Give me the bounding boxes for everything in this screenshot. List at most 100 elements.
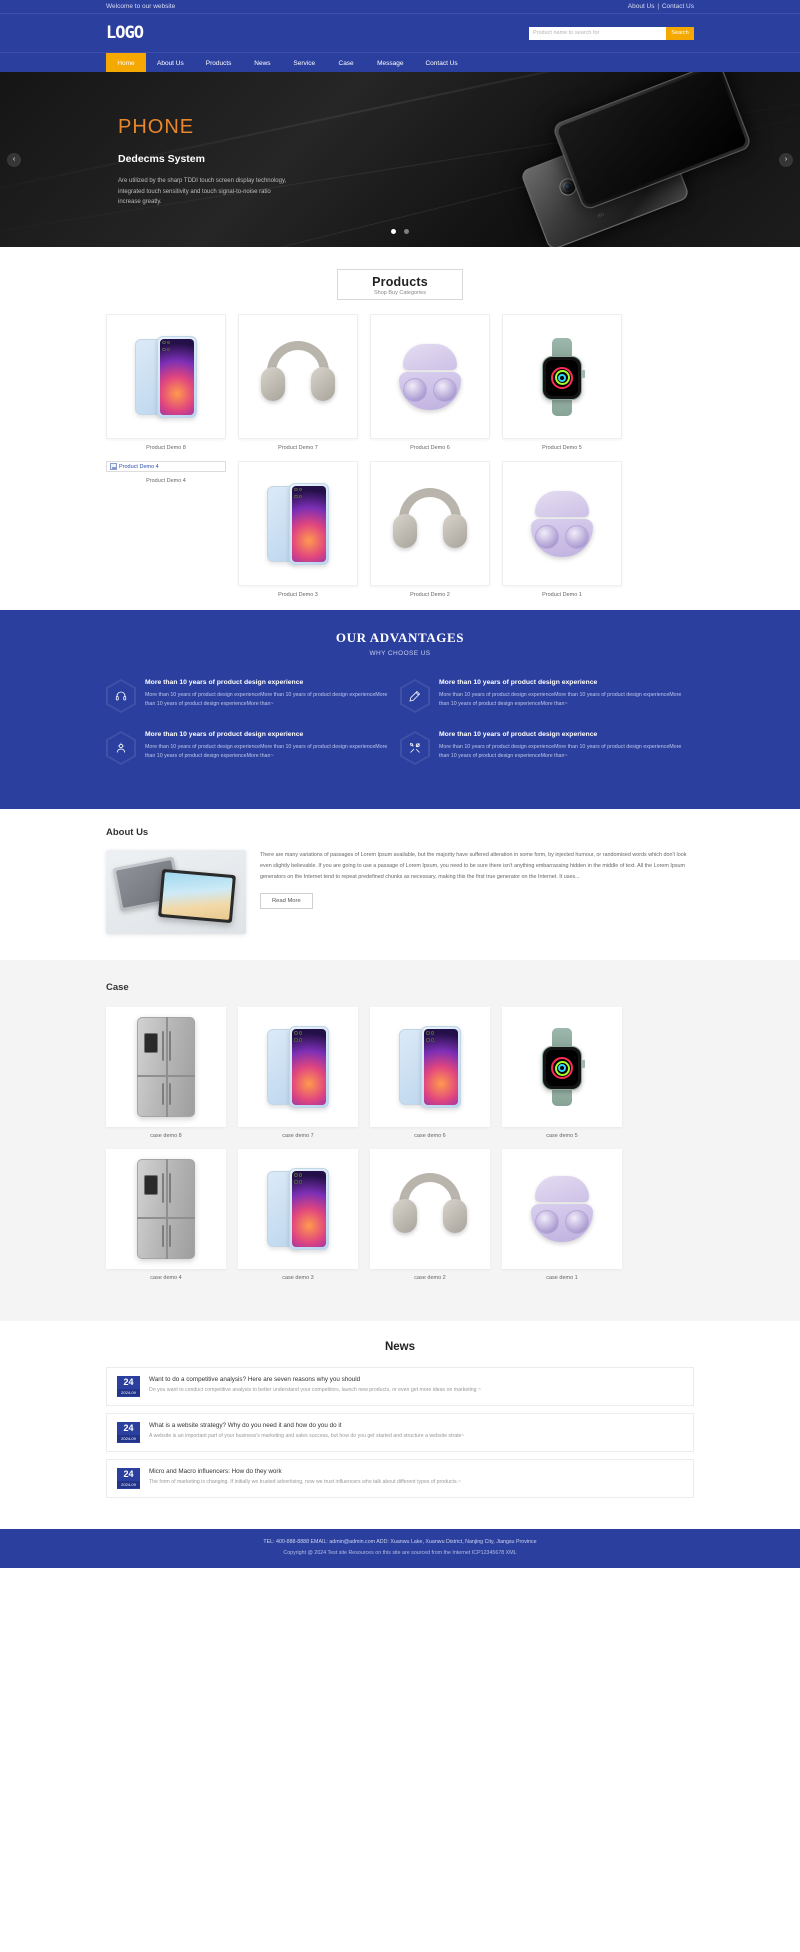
products-section: Products Shop Buy Categories Product Dem… xyxy=(0,247,800,610)
top-bar: Welcome to our website About Us | Contac… xyxy=(0,0,800,14)
case-cell[interactable]: case demo 2 xyxy=(370,1149,490,1281)
earbuds-art xyxy=(531,1176,593,1242)
case-cell[interactable]: case demo 7 xyxy=(238,1007,358,1139)
case-cell[interactable]: case demo 3 xyxy=(238,1149,358,1281)
news-date-badge: 24 2024-09 xyxy=(117,1376,140,1397)
news-headline[interactable]: What is a website strategy? Why do you n… xyxy=(149,1422,464,1429)
phone-art xyxy=(267,482,329,565)
about-section: About Us There are many variations of pa… xyxy=(0,809,800,960)
nav-item-news[interactable]: News xyxy=(242,53,282,73)
advantage-icon-frame xyxy=(106,679,136,713)
advantages-section: OUR ADVANTAGES WHY CHOOSE US More than 1… xyxy=(0,610,800,809)
top-link-contact-us[interactable]: Contact Us xyxy=(662,3,694,10)
product-cell[interactable]: Product Demo 4 Product Demo 4 xyxy=(106,461,226,598)
top-link-about-us[interactable]: About Us xyxy=(628,3,655,10)
phone-art xyxy=(267,1026,329,1108)
advantage-body: More than 10 years of product design exp… xyxy=(439,744,682,759)
broken-image-placeholder[interactable]: Product Demo 4 xyxy=(106,461,226,472)
case-image[interactable] xyxy=(106,1007,226,1127)
news-headline[interactable]: Want to do a competitive analysis? Here … xyxy=(149,1376,481,1383)
headphones-art xyxy=(393,1173,467,1245)
product-cell[interactable]: Product Demo 5 xyxy=(502,314,622,451)
smartwatch-art xyxy=(540,337,585,416)
product-cell[interactable]: Product Demo 6 xyxy=(370,314,490,451)
case-cell[interactable]: case demo 4 xyxy=(106,1149,226,1281)
nav-item-products[interactable]: Products xyxy=(195,53,243,73)
case-image[interactable] xyxy=(238,1149,358,1269)
product-cell[interactable]: Product Demo 7 xyxy=(238,314,358,451)
nav-item-home[interactable]: Home xyxy=(106,53,146,73)
product-cell[interactable]: Product Demo 2 xyxy=(370,461,490,598)
product-cell[interactable]: Product Demo 1 xyxy=(502,461,622,598)
nav-item-message[interactable]: Message xyxy=(366,53,414,73)
news-title: News xyxy=(384,1341,416,1353)
case-cell[interactable]: case demo 5 xyxy=(502,1007,622,1139)
case-image[interactable] xyxy=(238,1007,358,1127)
case-image[interactable] xyxy=(502,1149,622,1269)
advantage-item: More than 10 years of product design exp… xyxy=(106,731,400,783)
advantage-title: More than 10 years of product design exp… xyxy=(439,731,598,738)
product-cell[interactable]: Product Demo 8 xyxy=(106,314,226,451)
advantage-title: More than 10 years of product design exp… xyxy=(145,731,304,738)
product-image[interactable] xyxy=(238,461,358,586)
product-caption: Product Demo 4 xyxy=(146,478,186,484)
case-image[interactable] xyxy=(370,1007,490,1127)
headphones-icon xyxy=(108,681,134,711)
hero-dot[interactable] xyxy=(391,229,397,234)
nav-item-about-us[interactable]: About Us xyxy=(146,53,195,73)
news-day: 24 xyxy=(123,1423,134,1433)
camera-cluster-icon xyxy=(426,1031,435,1044)
about-title: About Us xyxy=(106,827,149,838)
nav-item-contact-us[interactable]: Contact Us xyxy=(414,53,468,73)
news-item[interactable]: 24 2024-09 What is a website strategy? Why… xyxy=(106,1413,694,1452)
product-cell[interactable]: Product Demo 3 xyxy=(238,461,358,598)
footer-contact-line: TEL: 400-888-8888 EMAIL: admin@admin.com… xyxy=(263,1539,537,1545)
headphones-art xyxy=(261,340,335,413)
product-image[interactable] xyxy=(370,314,490,439)
case-image[interactable] xyxy=(502,1007,622,1127)
case-cell[interactable]: case demo 8 xyxy=(106,1007,226,1139)
read-more-button[interactable]: Read More xyxy=(260,893,313,910)
news-item[interactable]: 24 2024-09 Want to do a competitive analys… xyxy=(106,1367,694,1406)
nav-item-case[interactable]: Case xyxy=(326,53,366,73)
refrigerator-art xyxy=(137,1159,195,1259)
advantage-item: More than 10 years of product design exp… xyxy=(400,731,694,783)
product-image[interactable] xyxy=(370,461,490,586)
case-cell[interactable]: case demo 6 xyxy=(370,1007,490,1139)
hero-dot[interactable] xyxy=(403,229,409,234)
case-image[interactable] xyxy=(106,1149,226,1269)
camera-cluster-icon xyxy=(294,1031,303,1044)
search-input[interactable] xyxy=(529,26,666,40)
products-heading: Products Shop Buy Categories xyxy=(0,247,800,314)
headphones-art xyxy=(393,487,467,560)
news-month: 2024-09 xyxy=(117,1481,140,1488)
product-image[interactable] xyxy=(238,314,358,439)
phone-art xyxy=(135,335,197,418)
product-image[interactable] xyxy=(502,461,622,586)
hero-next-arrow[interactable]: › xyxy=(779,152,793,167)
advantage-item: More than 10 years of product design exp… xyxy=(400,679,694,731)
site-logo[interactable]: LOGO xyxy=(106,23,144,43)
hero-prev-arrow[interactable]: ‹ xyxy=(7,152,21,167)
about-image xyxy=(106,850,246,934)
camera-cluster-icon xyxy=(294,1173,303,1186)
product-image[interactable] xyxy=(502,314,622,439)
products-title: Products xyxy=(372,275,428,289)
gear-person-icon xyxy=(108,733,134,763)
case-cell[interactable]: case demo 1 xyxy=(502,1149,622,1281)
case-caption: case demo 8 xyxy=(150,1133,182,1139)
advantage-body: More than 10 years of product design exp… xyxy=(145,744,388,759)
product-image[interactable] xyxy=(106,314,226,439)
products-subtitle: Shop Buy Categories xyxy=(374,290,426,296)
news-item[interactable]: 24 2024-09 Micro and Macro influencers: Ho… xyxy=(106,1459,694,1498)
camera-cluster-icon xyxy=(162,340,171,354)
news-headline[interactable]: Micro and Macro influencers: How do they… xyxy=(149,1468,461,1475)
top-bar-links: About Us | Contact Us xyxy=(628,3,694,10)
search-button[interactable]: Search xyxy=(666,26,694,40)
site-footer: TEL: 400-888-8888 EMAIL: admin@admin.com… xyxy=(0,1529,800,1568)
news-excerpt: The form of marketing is changing. If in… xyxy=(149,1479,462,1485)
news-excerpt: Do you want to conduct competitive analy… xyxy=(149,1387,482,1393)
advantages-subtitle: WHY CHOOSE US xyxy=(369,650,431,657)
nav-item-service[interactable]: Service xyxy=(282,53,326,73)
case-image[interactable] xyxy=(370,1149,490,1269)
